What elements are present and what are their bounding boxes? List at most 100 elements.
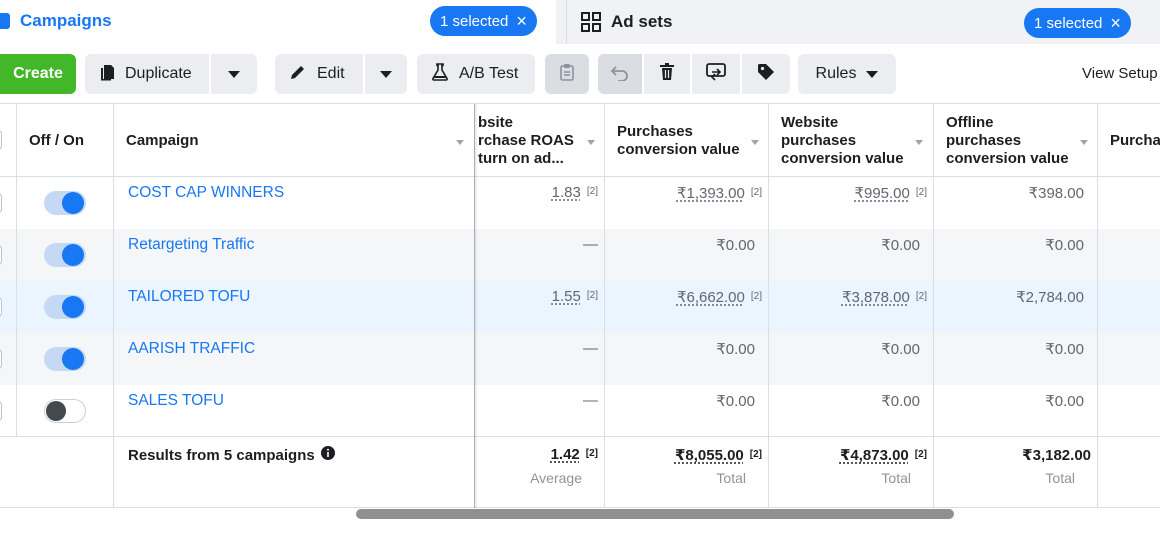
header-line: bsite [478, 114, 514, 131]
campaign-toggle[interactable] [44, 295, 86, 319]
edit-menu-button[interactable] [365, 54, 407, 94]
cell-value: ₹1,393.00 [676, 185, 745, 202]
cell-value: ₹995.00 [854, 185, 910, 202]
chevron-down-icon [866, 70, 879, 78]
campaign-toggle[interactable] [44, 399, 86, 423]
tab-campaigns-label: Campaigns [20, 11, 112, 30]
cell-value: ₹2,784.00 [1016, 289, 1084, 306]
row-checkbox[interactable] [0, 349, 2, 369]
toggle-knob [46, 401, 66, 421]
campaigns-table: Off / On Campaign bsite rchase ROAS turn… [0, 104, 1160, 508]
create-label: Create [13, 65, 63, 82]
cell-note: [2] [915, 291, 927, 302]
header-line: Offline [946, 114, 994, 131]
sort-icon[interactable] [1080, 140, 1088, 145]
campaign-name-link[interactable]: SALES TOFU [128, 392, 224, 410]
adsets-selected-label: 1 selected [1034, 14, 1103, 32]
summary-purchases-note: [2] [749, 449, 762, 460]
edit-button[interactable]: Edit [275, 54, 363, 94]
duplicate-button[interactable]: Duplicate [85, 54, 209, 94]
sort-icon[interactable] [915, 140, 923, 145]
summary-offline: ₹3,182.00 [1022, 446, 1091, 464]
cell-purchases-value: ₹6,662.00 [2] [677, 288, 762, 306]
create-button[interactable]: Create [0, 54, 76, 94]
ab-test-label: A/B Test [459, 65, 519, 82]
chevron-down-icon [228, 70, 240, 78]
cell-offline-value: ₹0.00 [1045, 340, 1084, 358]
cell-note: [2] [915, 187, 927, 198]
tag-button[interactable] [742, 54, 790, 94]
cell-value: ₹0.00 [1045, 341, 1084, 358]
summary-offline-value: ₹3,182.00 [1022, 447, 1091, 464]
select-all-checkbox[interactable] [0, 130, 2, 150]
header-website-roas[interactable]: bsite rchase ROAS turn on ad... [478, 114, 588, 168]
adsets-selected-pill[interactable]: 1 selected × [1024, 8, 1131, 38]
campaign-name-link[interactable]: AARISH TRAFFIC [128, 340, 255, 358]
cell-value: ₹0.00 [881, 341, 920, 358]
cell-website-roas: 1.55 [2] [552, 288, 598, 305]
header-purchases-conv-value[interactable]: Purchases conversion value [617, 123, 752, 159]
header-line: conversion value [617, 141, 740, 158]
cell-value: ₹0.00 [716, 341, 755, 358]
row-checkbox[interactable] [0, 297, 2, 317]
campaign-toggle[interactable] [44, 347, 86, 371]
delete-button[interactable] [644, 54, 690, 94]
undo-button[interactable] [598, 54, 642, 94]
cell-note: [2] [586, 290, 598, 301]
chevron-down-icon [380, 70, 392, 78]
column-divider [113, 104, 114, 508]
header-off-on[interactable]: Off / On [29, 132, 84, 150]
cell-value: ₹0.00 [881, 393, 920, 410]
move-button[interactable] [692, 54, 740, 94]
cell-purchases-value: ₹0.00 [716, 392, 755, 410]
header-line: purchases [781, 132, 857, 149]
summary-purchases: ₹8,055.00 [2] [675, 446, 762, 464]
campaign-toggle[interactable] [44, 191, 86, 215]
close-icon[interactable]: × [1110, 14, 1121, 32]
toggle-knob [62, 348, 84, 370]
campaign-name-link[interactable]: TAILORED TOFU [128, 288, 250, 306]
campaigns-selected-pill[interactable]: 1 selected × [430, 6, 537, 36]
cell-value: — [583, 392, 598, 409]
sort-icon[interactable] [587, 140, 595, 145]
cell-value: ₹0.00 [1045, 237, 1084, 254]
horizontal-scrollbar[interactable] [356, 509, 954, 519]
header-website-purchases-conv-value[interactable]: Website purchases conversion value [781, 114, 916, 168]
header-divider [0, 176, 1160, 177]
cell-value: 1.55 [551, 288, 581, 305]
summary-label: Results from 5 campaigns [128, 447, 315, 464]
campaign-name-link[interactable]: Retargeting Traffic [128, 236, 254, 254]
ab-test-button[interactable]: A/B Test [417, 54, 535, 94]
sort-icon[interactable] [751, 140, 759, 145]
clipboard-button[interactable] [545, 54, 589, 94]
cell-purchases-value: ₹0.00 [716, 236, 755, 254]
row-checkbox[interactable] [0, 245, 2, 265]
tab-campaigns[interactable]: Campaigns 1 selected × [0, 0, 556, 44]
close-icon[interactable]: × [516, 12, 527, 30]
cell-website-value: ₹3,878.00 [2] [842, 288, 927, 306]
cell-note: [2] [750, 291, 762, 302]
row-checkbox[interactable] [0, 193, 2, 213]
tab-adsets[interactable]: Ad sets 1 selected × [566, 0, 1160, 44]
info-icon[interactable] [320, 446, 335, 465]
cell-website-roas: — [583, 236, 598, 253]
tab-adsets-label: Ad sets [611, 12, 673, 31]
summary-website: ₹4,873.00 [2] [840, 446, 927, 464]
header-purchases-partial[interactable]: Purcha [1110, 132, 1160, 150]
summary-offline-sub: Total [1045, 470, 1075, 486]
campaign-name-link[interactable]: COST CAP WINNERS [128, 184, 284, 202]
header-offline-purchases-conv-value[interactable]: Offline purchases conversion value [946, 114, 1081, 168]
header-line: turn on ad... [478, 150, 564, 167]
header-line: conversion value [781, 150, 904, 167]
campaign-toggle[interactable] [44, 243, 86, 267]
header-campaign[interactable]: Campaign [126, 132, 199, 150]
row-checkbox[interactable] [0, 401, 2, 421]
duplicate-menu-button[interactable] [211, 54, 257, 94]
sort-icon[interactable] [456, 140, 464, 145]
summary-roas-note: [2] [585, 448, 598, 459]
view-setup-link[interactable]: View Setup [1082, 65, 1158, 82]
toggle-knob [62, 192, 84, 214]
rules-label: Rules [815, 65, 857, 82]
rules-button[interactable]: Rules [798, 54, 896, 94]
tag-icon [757, 63, 775, 86]
